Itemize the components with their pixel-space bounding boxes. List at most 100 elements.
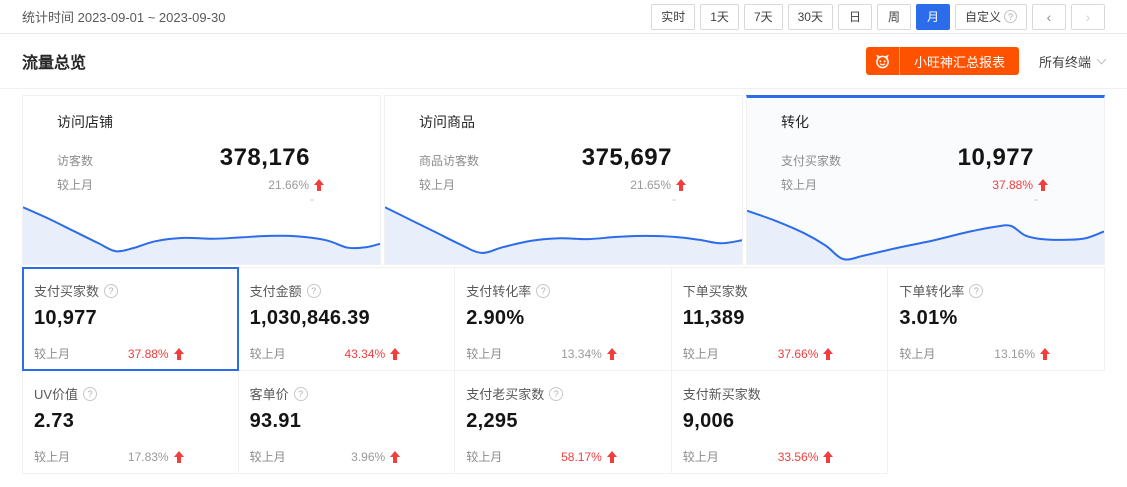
change-percent: 17.83%	[128, 450, 169, 464]
chevron-right-icon: ›	[1086, 9, 1091, 25]
stat-time-label: 统计时间 2023-09-01 ~ 2023-09-30	[22, 7, 225, 26]
metric-cell-title: 支付转化率 ?	[466, 281, 657, 300]
metric-name: 下单买家数	[683, 281, 748, 300]
compare-label: 较上月	[899, 345, 935, 362]
compare-label: 较上月	[466, 345, 502, 362]
metric-cell-title: 下单买家数	[683, 281, 874, 300]
metric-cell-order-conversion-rate[interactable]: 下单转化率 ? 3.01% 较上月 13.16%	[887, 267, 1105, 371]
help-icon[interactable]: ?	[83, 387, 97, 401]
range-button-label: 周	[888, 8, 900, 25]
metric-cell-value: 11,389	[683, 307, 874, 330]
help-icon[interactable]: ?	[969, 284, 983, 298]
range-button-realtime[interactable]: 实时	[651, 4, 695, 30]
metric-cell-compare: 较上月 58.17%	[466, 448, 657, 465]
summary-report-button[interactable]: 小旺神汇总报表	[866, 47, 1019, 75]
metric-cell-title: 支付老买家数 ?	[466, 384, 657, 403]
metric-cell-pay-buyers[interactable]: 支付买家数 ? 10,977 较上月 37.88%	[22, 267, 239, 371]
range-button-30day[interactable]: 30天	[788, 4, 833, 30]
range-button-label: 月	[927, 8, 939, 25]
metric-cell-order-buyers[interactable]: 下单买家数 11,389 较上月 37.66%	[671, 267, 889, 371]
metric-value: 375,697	[582, 144, 672, 172]
arrow-up-icon	[607, 451, 617, 463]
metric-value: 10,977	[958, 144, 1034, 172]
change-percent: 13.34%	[561, 347, 602, 361]
help-icon: ?	[1004, 10, 1017, 23]
help-icon[interactable]: ?	[294, 387, 308, 401]
range-button-custom[interactable]: 自定义 ?	[955, 4, 1027, 30]
compare-label: 较上月	[250, 345, 286, 362]
range-button-label: 日	[849, 8, 861, 25]
range-button-label: 自定义	[965, 8, 1001, 25]
metric-name: 支付新买家数	[683, 384, 761, 403]
arrow-up-icon	[676, 179, 686, 191]
help-icon[interactable]: ?	[307, 284, 321, 298]
next-period-button[interactable]: ›	[1071, 4, 1105, 30]
prev-period-button[interactable]: ‹	[1032, 4, 1066, 30]
metric-cell-compare: 较上月 13.34%	[466, 345, 657, 362]
metric-cell-value: 3.01%	[899, 307, 1090, 330]
card-visit-shop[interactable]: 访问店铺 访客数 378,176 较上月 21.66% -	[22, 95, 381, 265]
date-range-controls: 实时 1天 7天 30天 日 周 月 自定义 ? ‹ ›	[651, 4, 1105, 30]
metric-cell-pay-conversion-rate[interactable]: 支付转化率 ? 2.90% 较上月 13.34%	[454, 267, 672, 371]
metric-cell-pay-amount[interactable]: 支付金额 ? 1,030,846.39 较上月 43.34%	[238, 267, 456, 371]
metric-cell-title: 支付金额 ?	[250, 281, 441, 300]
metric-cell-uv-value[interactable]: UV价值 ? 2.73 较上月 17.83%	[22, 370, 239, 474]
metric-name: 支付买家数	[34, 281, 99, 300]
change-percent: 58.17%	[561, 450, 602, 464]
metric-cell-avg-order-value[interactable]: 客单价 ? 93.91 较上月 3.96%	[238, 370, 456, 474]
metric-cell-compare: 较上月 33.56%	[683, 448, 874, 465]
metric-name: 客单价	[250, 384, 289, 403]
metric-cell-title: 支付买家数 ?	[34, 281, 224, 300]
help-icon[interactable]: ?	[104, 284, 118, 298]
range-button-7day[interactable]: 7天	[744, 4, 783, 30]
metric-label: 支付买家数	[781, 152, 841, 169]
metric-cell-pay-old-buyers[interactable]: 支付老买家数 ? 2,295 较上月 58.17%	[454, 370, 672, 474]
traffic-overview-content: 访问店铺 访客数 378,176 较上月 21.66% - 访问商品 商品访客数…	[0, 89, 1127, 474]
arrow-up-icon	[174, 348, 184, 360]
metric-cell-title: 支付新买家数	[683, 384, 874, 403]
compare-label: 较上月	[34, 345, 70, 362]
help-icon[interactable]: ?	[536, 284, 550, 298]
metric-cell-value: 2,295	[466, 410, 657, 433]
metric-cell-compare: 较上月 17.83%	[34, 448, 224, 465]
metric-cell-pay-new-buyers[interactable]: 支付新买家数 9,006 较上月 33.56%	[671, 370, 889, 474]
terminal-selector-label: 所有终端	[1039, 52, 1091, 71]
help-icon[interactable]: ?	[549, 387, 563, 401]
card-title: 转化	[747, 98, 1104, 132]
terminal-selector[interactable]: 所有终端	[1039, 52, 1105, 71]
range-button-label: 7天	[754, 8, 773, 25]
range-button-1day[interactable]: 1天	[700, 4, 739, 30]
arrow-up-icon	[823, 348, 833, 360]
metric-cell-value: 10,977	[34, 307, 224, 330]
metric-cell-value: 1,030,846.39	[250, 307, 441, 330]
metric-cell-title: 客单价 ?	[250, 384, 441, 403]
metric-cell-compare: 较上月 37.66%	[683, 345, 874, 362]
compare-label: 较上月	[683, 345, 719, 362]
card-title: 访问商品	[385, 96, 742, 132]
traffic-sparkline	[23, 190, 380, 264]
arrow-up-icon	[1038, 179, 1048, 191]
range-button-day[interactable]: 日	[838, 4, 872, 30]
metric-cell-title: UV价值 ?	[34, 384, 224, 403]
range-button-week[interactable]: 周	[877, 4, 911, 30]
metric-cell-value: 93.91	[250, 410, 441, 433]
metric-name: 支付老买家数	[466, 384, 544, 403]
card-metric-row: 商品访客数 375,697	[385, 132, 742, 172]
card-title: 访问店铺	[23, 96, 380, 132]
metric-cell-value: 2.90%	[466, 307, 657, 330]
metric-cell-compare: 较上月 13.16%	[899, 345, 1090, 362]
metric-cell-compare: 较上月 43.34%	[250, 345, 441, 362]
arrow-up-icon	[314, 179, 324, 191]
card-visit-item[interactable]: 访问商品 商品访客数 375,697 较上月 21.65% -	[384, 95, 743, 265]
date-range-bar: 统计时间 2023-09-01 ~ 2023-09-30 实时 1天 7天 30…	[0, 0, 1127, 34]
metric-name: UV价值	[34, 384, 78, 403]
card-conversion[interactable]: 转化 支付买家数 10,977 较上月 37.88% -	[746, 95, 1105, 265]
change-percent: 43.34%	[344, 347, 385, 361]
range-button-month[interactable]: 月	[916, 4, 950, 30]
arrow-up-icon	[390, 348, 400, 360]
metric-cell-empty	[887, 370, 1105, 474]
card-metric-row: 支付买家数 10,977	[747, 132, 1104, 172]
metric-cell-compare: 较上月 3.96%	[250, 448, 441, 465]
metric-label: 访客数	[57, 152, 93, 169]
metric-value: 378,176	[220, 144, 310, 172]
